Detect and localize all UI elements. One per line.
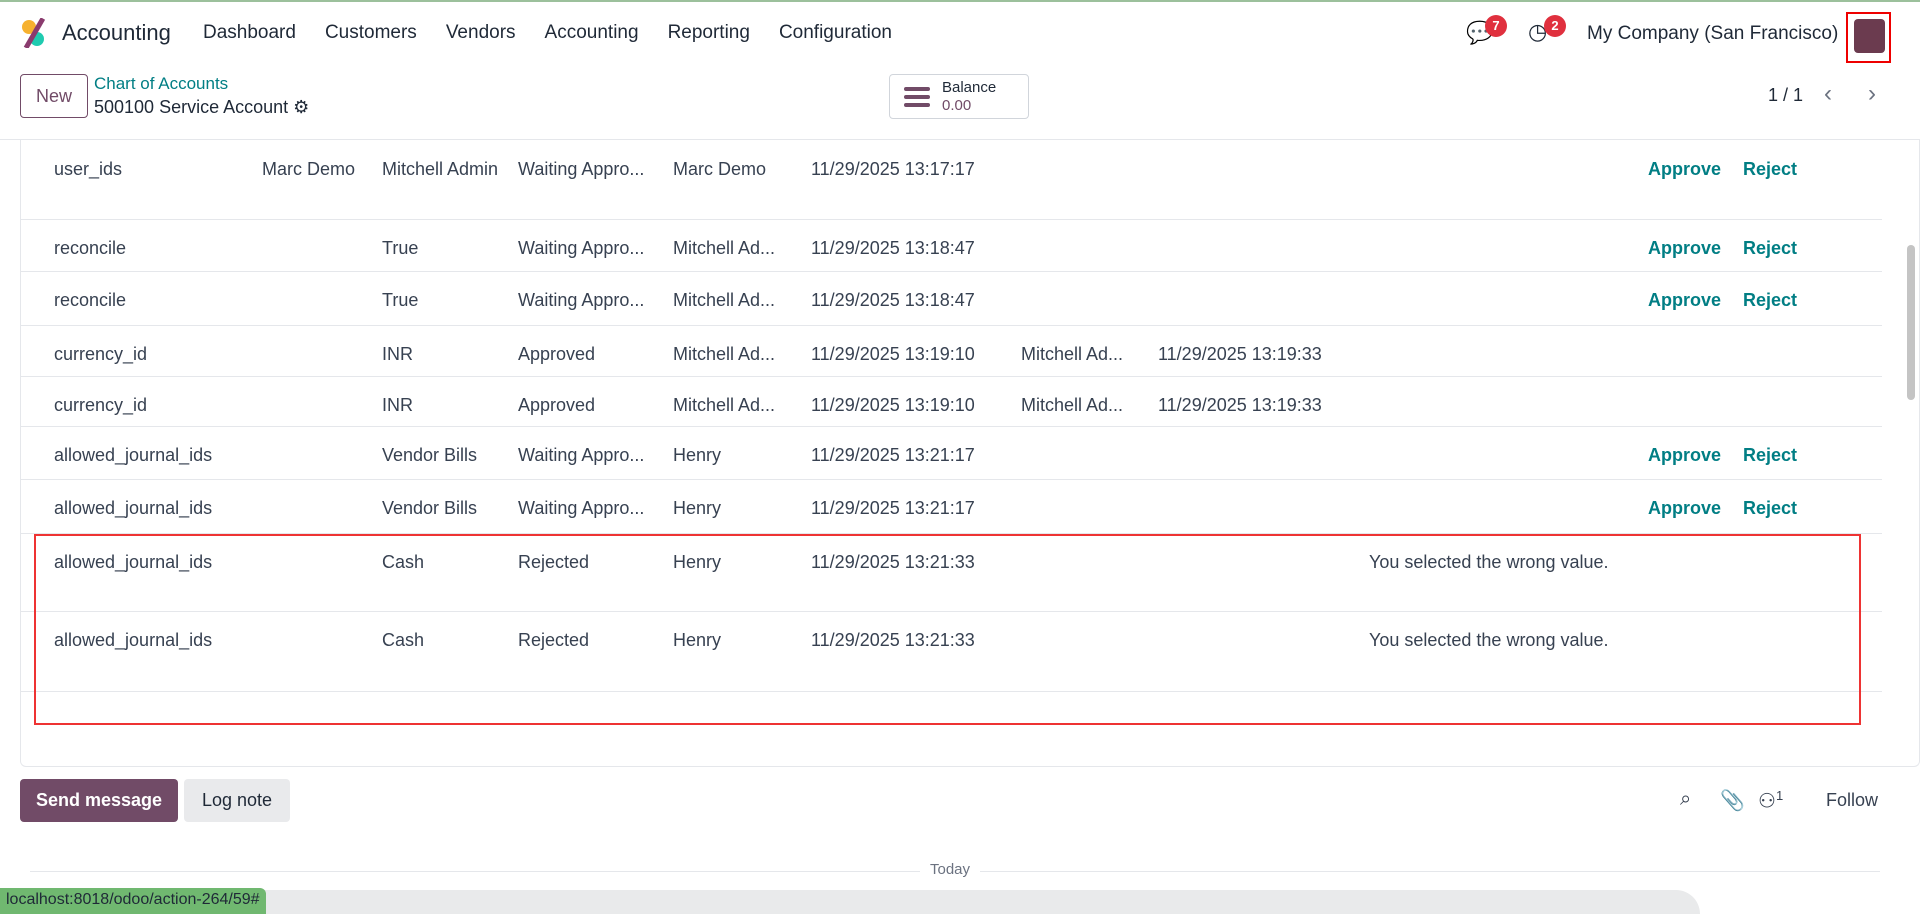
cell-requested-by: Mitchell Ad...	[673, 344, 776, 364]
cell-new: INR	[382, 395, 413, 415]
cell-field: allowed_journal_ids	[54, 498, 213, 518]
cell-approved-on: 11/29/2025 13:19:33	[1158, 395, 1322, 415]
send-message-button[interactable]: Send message	[20, 779, 178, 822]
cell-field: allowed_journal_ids	[54, 445, 213, 465]
approve-button[interactable]: Approve	[1648, 286, 1721, 314]
menu-vendors[interactable]: Vendors	[446, 22, 516, 44]
cell-approved-by: Mitchell Ad...	[1021, 395, 1124, 415]
balance-value: 0.00	[942, 97, 972, 114]
follow-button[interactable]: Follow	[1826, 790, 1878, 811]
cell-requested-on: 11/29/2025 13:17:17	[811, 159, 975, 179]
followers-count: 1	[1775, 788, 1784, 803]
cell-state: Waiting Appro...	[518, 159, 645, 179]
table-row[interactable]: user_ids Marc Demo Mitchell Admin Waiting A…	[20, 141, 1882, 220]
today-label: Today	[920, 861, 981, 878]
cell-state: Approved	[518, 395, 596, 415]
messages-badge: 7	[1485, 15, 1507, 37]
cell-state: Waiting Appro...	[518, 238, 645, 258]
new-button[interactable]: New	[20, 74, 88, 118]
accounting-logo-icon[interactable]	[20, 18, 48, 48]
cell-new: True	[382, 238, 419, 258]
cell-new: Mitchell Admin	[382, 159, 499, 179]
main-menu: Dashboard Customers Vendors Accounting R…	[203, 22, 892, 44]
scrollbar[interactable]	[1907, 245, 1915, 400]
cell-requested-on: 11/29/2025 13:21:17	[811, 445, 975, 465]
approve-button[interactable]: Approve	[1648, 494, 1721, 522]
balance-label: Balance	[942, 79, 997, 96]
paperclip-icon[interactable]: 📎	[1720, 788, 1745, 813]
approve-button[interactable]: Approve	[1648, 155, 1721, 183]
menu-dashboard[interactable]: Dashboard	[203, 22, 296, 44]
cell-new: True	[382, 290, 419, 310]
table-row[interactable]: allowed_journal_ids Vendor Bills Waiting A…	[20, 427, 1882, 480]
activities-badge: 2	[1544, 15, 1566, 37]
cell-new: Vendor Bills	[382, 445, 478, 465]
company-switcher[interactable]: My Company (San Francisco)	[1587, 23, 1838, 45]
table-row[interactable]: currency_id INR Approved Mitchell Ad... 11/2…	[20, 377, 1882, 427]
table-row[interactable]: currency_id INR Approved Mitchell Ad... 11/2…	[20, 326, 1882, 377]
cell-requested-on: 11/29/2025 13:19:10	[811, 395, 975, 415]
approve-button[interactable]: Approve	[1648, 234, 1721, 262]
cell-requested-on: 11/29/2025 13:18:47	[811, 238, 975, 258]
cell-requested-on: 11/29/2025 13:18:47	[811, 290, 975, 310]
cell-requested-by: Marc Demo	[673, 159, 767, 179]
menu-configuration[interactable]: Configuration	[779, 22, 892, 44]
cell-field: reconcile	[54, 238, 127, 258]
record-title: 500100 Service Account ⚙	[94, 97, 309, 118]
cell-new: INR	[382, 344, 413, 364]
breadcrumb-chart-of-accounts[interactable]: Chart of Accounts	[94, 74, 228, 94]
cell-requested-by: Henry	[673, 445, 722, 465]
cell-field: reconcile	[54, 290, 127, 310]
reject-button[interactable]: Reject	[1743, 234, 1797, 262]
cell-approved-by: Mitchell Ad...	[1021, 344, 1124, 364]
gear-icon[interactable]: ⚙	[293, 97, 309, 117]
top-navbar: Accounting Dashboard Customers Vendors A…	[0, 2, 1920, 63]
cell-state: Waiting Appro...	[518, 445, 645, 465]
approve-button[interactable]: Approve	[1648, 441, 1721, 469]
cell-requested-by: Henry	[673, 498, 722, 518]
status-bar-url: localhost:8018/odoo/action-264/59#	[0, 888, 266, 914]
avatar-image	[1854, 19, 1885, 53]
cell-requested-by: Mitchell Ad...	[673, 290, 776, 310]
reject-button[interactable]: Reject	[1743, 155, 1797, 183]
cell-requested-by: Mitchell Ad...	[673, 395, 776, 415]
log-note-button[interactable]: Log note	[184, 779, 290, 822]
cell-field: user_ids	[54, 159, 123, 179]
table-row[interactable]: allowed_journal_ids Vendor Bills Waiting A…	[20, 480, 1882, 534]
cell-new: Vendor Bills	[382, 498, 478, 518]
user-avatar[interactable]	[1846, 12, 1891, 63]
cell-requested-on: 11/29/2025 13:21:17	[811, 498, 975, 518]
highlight-box	[34, 534, 1861, 725]
pager-value[interactable]: 1 / 1	[1768, 85, 1803, 106]
reject-button[interactable]: Reject	[1743, 441, 1797, 469]
cell-state: Waiting Appro...	[518, 498, 645, 518]
cell-requested-on: 11/29/2025 13:19:10	[811, 344, 975, 364]
table-row[interactable]: reconcile True Waiting Appro... Mitchell Ad…	[20, 220, 1882, 272]
menu-accounting[interactable]: Accounting	[545, 22, 639, 44]
pager-next-icon[interactable]: ›	[1868, 80, 1876, 108]
app-name[interactable]: Accounting	[62, 20, 171, 46]
cell-state: Waiting Appro...	[518, 290, 645, 310]
cell-field: currency_id	[54, 344, 148, 364]
reject-button[interactable]: Reject	[1743, 286, 1797, 314]
list-bars-icon	[904, 87, 930, 111]
followers-icon[interactable]: ⚇1	[1758, 788, 1783, 814]
cell-state: Approved	[518, 344, 596, 364]
balance-button[interactable]: Balance 0.00	[889, 74, 1029, 119]
search-icon[interactable]: ⌕	[1680, 788, 1691, 811]
table-row[interactable]: reconcile True Waiting Appro... Mitchell Ad…	[20, 272, 1882, 326]
cell-old: Marc Demo	[262, 159, 356, 179]
menu-reporting[interactable]: Reporting	[668, 22, 750, 44]
pager-previous-icon[interactable]: ‹	[1824, 80, 1832, 108]
control-panel: New Chart of Accounts 500100 Service Acc…	[0, 62, 1920, 140]
record-title-text: 500100 Service Account	[94, 97, 289, 117]
reject-button[interactable]: Reject	[1743, 494, 1797, 522]
cell-requested-by: Mitchell Ad...	[673, 238, 776, 258]
cell-approved-on: 11/29/2025 13:19:33	[1158, 344, 1322, 364]
cell-field: currency_id	[54, 395, 148, 415]
menu-customers[interactable]: Customers	[325, 22, 417, 44]
